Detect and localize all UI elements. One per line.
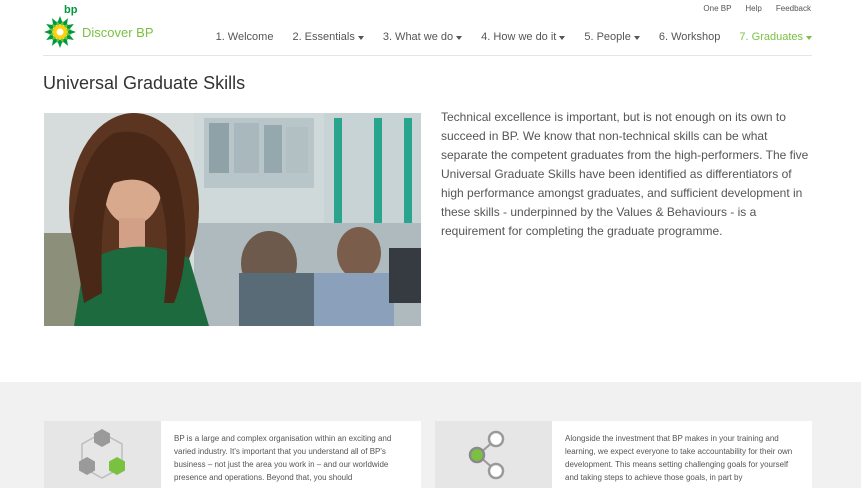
skill-card-text: BP is a large and complex organisation w… <box>174 434 392 482</box>
skill-card[interactable]: Alongside the investment that BP makes i… <box>435 421 812 488</box>
graduate-photo <box>44 113 421 326</box>
nav-item-people[interactable]: 5. People <box>565 31 640 43</box>
skill-card-text: Alongside the investment that BP makes i… <box>565 434 793 482</box>
main-navigation: 1. Welcome 2. Essentials 3. What we do 4… <box>197 31 812 43</box>
caret-down-icon <box>559 36 566 40</box>
nav-item-workshop[interactable]: 6. Workshop <box>640 31 721 43</box>
helios-sun-icon <box>44 16 76 48</box>
discover-bp-logo[interactable]: bp Discover BP <box>44 4 184 48</box>
feedback-link[interactable]: Feedback <box>776 4 811 13</box>
nav-label: 5. People <box>584 31 631 43</box>
skill-card-icon-panel <box>44 421 161 488</box>
help-link[interactable]: Help <box>745 4 761 13</box>
page-title: Universal Graduate Skills <box>43 73 246 93</box>
nav-label: 6. Workshop <box>658 31 721 43</box>
skill-card-icon-panel <box>435 421 552 488</box>
nav-label: 2. Essentials <box>292 31 355 43</box>
caret-down-icon <box>633 36 640 40</box>
nav-label: 3. What we do <box>382 31 454 43</box>
header-divider <box>43 55 812 56</box>
nav-item-welcome[interactable]: 1. Welcome <box>197 31 274 43</box>
caret-down-icon <box>357 36 364 40</box>
utility-links: One BP Help Feedback <box>703 4 811 13</box>
nav-item-how-we-do-it[interactable]: 4. How we do it <box>462 31 566 43</box>
nav-item-graduates[interactable]: 7. Graduates <box>720 31 812 43</box>
nav-label: 4. How we do it <box>481 31 557 43</box>
nav-item-essentials[interactable]: 2. Essentials <box>273 31 364 43</box>
one-bp-link[interactable]: One BP <box>703 4 731 13</box>
nav-item-what-we-do[interactable]: 3. What we do <box>364 31 463 43</box>
intro-paragraph: Technical excellence is important, but i… <box>441 110 809 238</box>
connected-nodes-icon <box>468 430 505 480</box>
caret-down-icon <box>456 36 463 40</box>
site-title: Discover BP <box>82 25 154 40</box>
caret-down-icon <box>806 36 812 40</box>
bp-wordmark: bp <box>64 4 78 16</box>
skill-card[interactable]: BP is a large and complex organisation w… <box>44 421 421 488</box>
nav-label: 1. Welcome <box>215 31 274 43</box>
hexagon-cubes-icon <box>79 429 125 479</box>
nav-label: 7. Graduates <box>739 31 803 43</box>
